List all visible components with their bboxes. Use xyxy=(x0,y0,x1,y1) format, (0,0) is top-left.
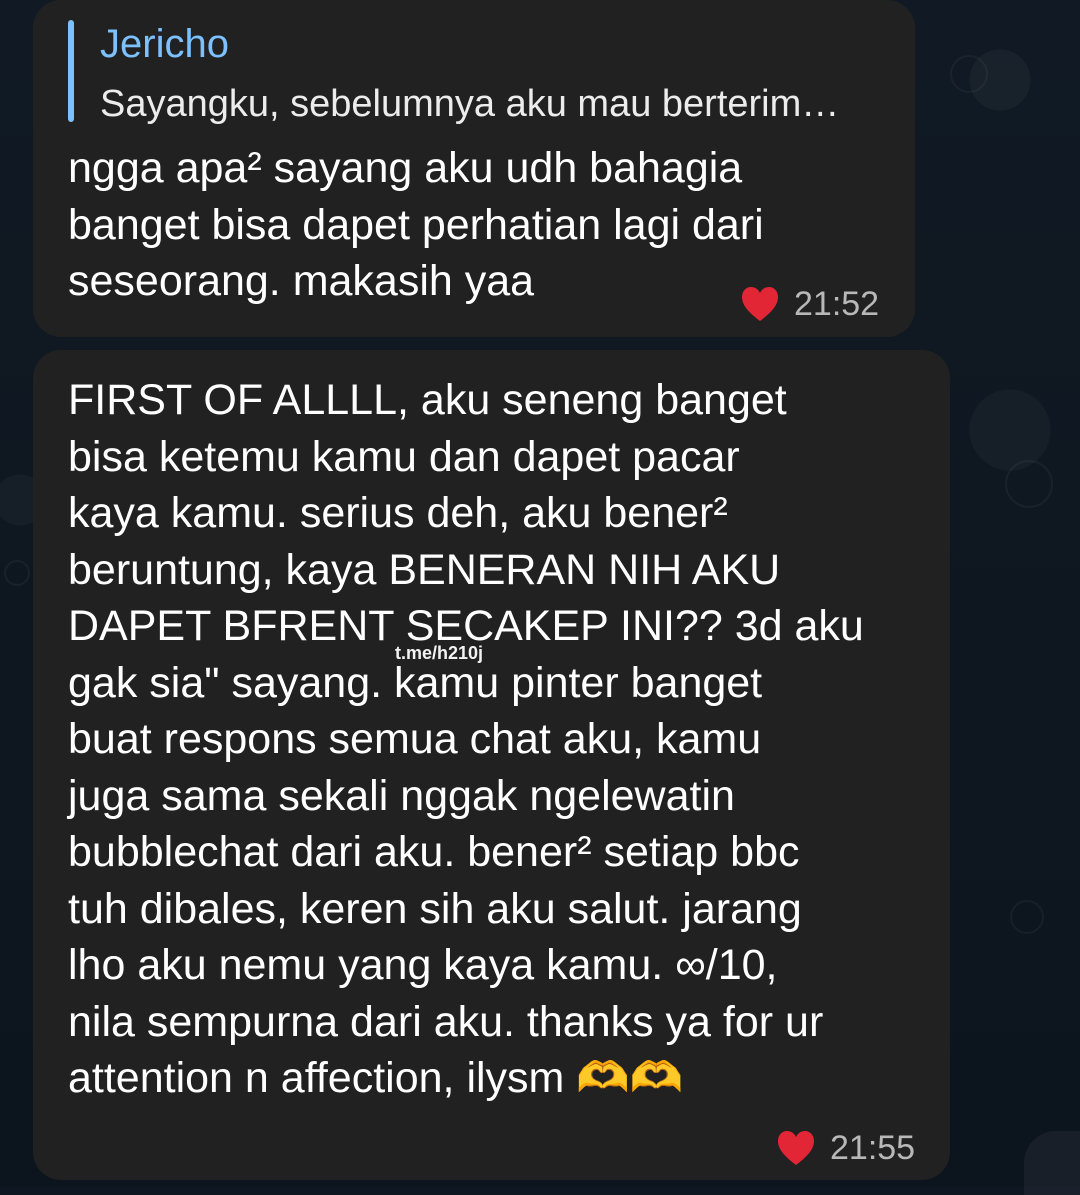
wallpaper-circle-doodle xyxy=(4,560,30,586)
scroll-down-button[interactable] xyxy=(1024,1131,1080,1195)
reply-preview-text[interactable]: Sayangku, sebelumnya aku mau berterim… xyxy=(100,82,892,126)
message-meta: 21:52 xyxy=(740,284,879,324)
watermark-text: t.me/h210j xyxy=(395,643,484,663)
wallpaper-circle-doodle xyxy=(950,55,988,93)
wallpaper-circle-doodle xyxy=(1005,460,1053,508)
reply-author-name[interactable]: Jericho xyxy=(100,22,229,66)
message-time: 21:52 xyxy=(794,285,880,323)
message-text: FIRST OF ALLLL, aku seneng banget bisa k… xyxy=(68,376,864,1102)
message-time: 21:55 xyxy=(830,1129,916,1167)
reply-quote-bar xyxy=(68,20,74,122)
heart-reaction-icon[interactable] xyxy=(776,1129,816,1167)
message-meta: 21:55 xyxy=(776,1128,915,1168)
wallpaper-circle-doodle xyxy=(1010,900,1044,934)
heart-reaction-icon[interactable] xyxy=(740,285,780,323)
